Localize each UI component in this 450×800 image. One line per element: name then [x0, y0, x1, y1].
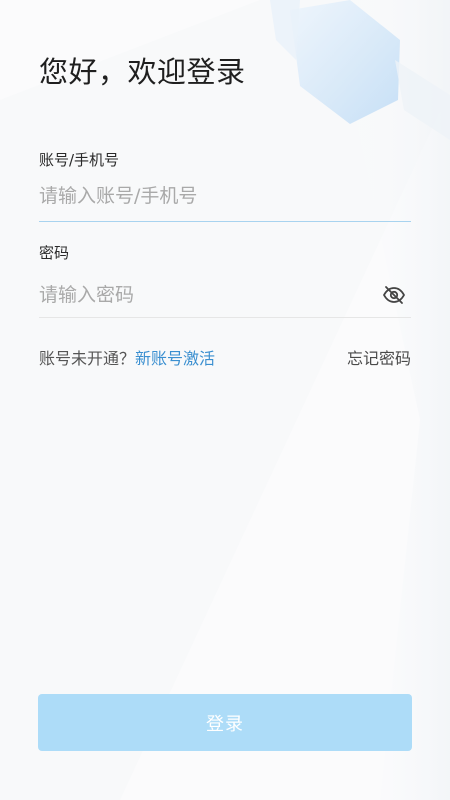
account-underline	[39, 221, 411, 222]
account-label: 账号/手机号	[39, 151, 120, 169]
activate-account-link[interactable]: 新账号激活	[135, 349, 215, 368]
eye-off-icon[interactable]	[382, 284, 406, 306]
account-input[interactable]	[39, 174, 411, 218]
forgot-password-link[interactable]: 忘记密码	[347, 347, 411, 371]
background-decoration	[0, 0, 450, 800]
login-button[interactable]: 登录	[38, 694, 412, 751]
password-underline	[39, 317, 411, 318]
account-links-row: 账号未开通？新账号激活 忘记密码	[39, 347, 411, 371]
password-label: 密码	[39, 244, 70, 262]
password-input[interactable]	[39, 273, 369, 317]
not-activated-text: 账号未开通？	[39, 349, 136, 368]
page-title: 您好，欢迎登录	[39, 55, 246, 89]
